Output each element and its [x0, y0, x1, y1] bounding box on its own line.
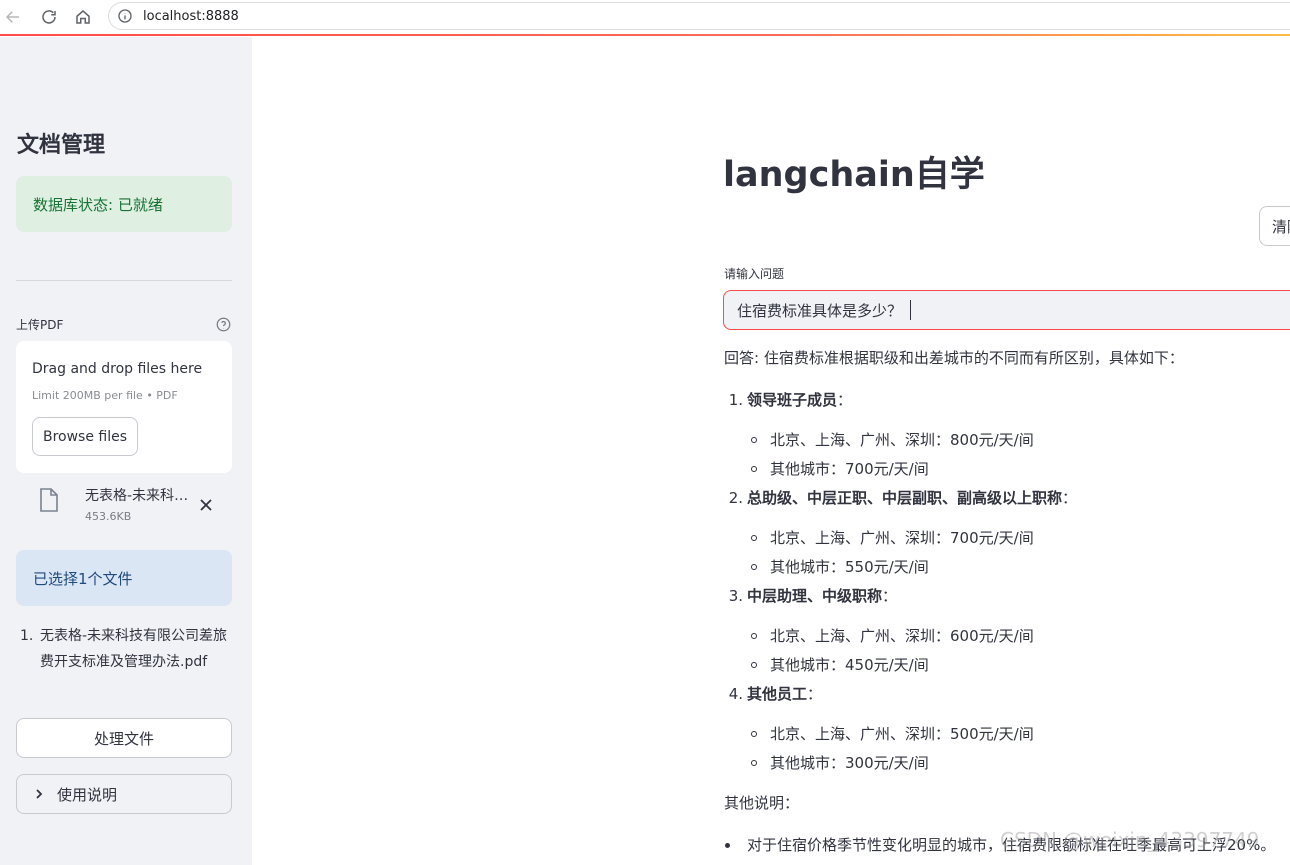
- close-icon[interactable]: [198, 497, 214, 513]
- list-item: 北京、上海、广州、深圳：600元/天/间: [724, 624, 1290, 653]
- db-status-alert: 数据库状态: 已就绪: [16, 176, 232, 232]
- section-heading: 领导班子成员: [747, 391, 838, 409]
- rate-text: 北京、上海、广州、深圳：700元/天/间: [770, 529, 1034, 547]
- back-arrow-icon[interactable]: [2, 6, 24, 28]
- address-bar[interactable]: localhost:8888: [108, 2, 1290, 30]
- sidebar-divider: [16, 280, 232, 281]
- sidebar: 文档管理 数据库状态: 已就绪 上传PDF Drag and drop file…: [0, 37, 252, 865]
- answer-section: 1. 领导班子成员： 北京、上海、广州、深圳：800元/天/间 其他城市：700元…: [724, 388, 1290, 486]
- chevron-right-icon: [36, 789, 43, 799]
- file-dropzone[interactable]: Drag and drop files here Limit 200MB per…: [16, 341, 232, 473]
- watermark: CSDN @weixin_43397749: [1000, 828, 1260, 852]
- dropzone-title: Drag and drop files here: [32, 361, 203, 377]
- file-icon: [40, 488, 58, 512]
- help-icon[interactable]: [216, 317, 231, 332]
- url-text[interactable]: localhost:8888: [143, 9, 239, 24]
- section-number: 3.: [728, 587, 743, 605]
- reload-icon[interactable]: [38, 6, 60, 28]
- answer-section: 4. 其他员工： 北京、上海、广州、深圳：500元/天/间 其他城市：300元/天…: [724, 682, 1290, 780]
- section-colon: ：: [807, 685, 823, 703]
- list-item-number: 1.: [20, 628, 34, 644]
- question-input-value: 住宿费标准具体是多少？: [737, 301, 903, 320]
- section-number: 4.: [728, 685, 743, 703]
- sidebar-title: 文档管理: [17, 133, 106, 158]
- list-item: 北京、上海、广州、深圳：500元/天/间: [724, 722, 1290, 751]
- instructions-expander[interactable]: 使用说明: [16, 774, 232, 814]
- rate-text: 北京、上海、广州、深圳：600元/天/间: [770, 627, 1034, 645]
- list-item: 其他城市：450元/天/间: [724, 653, 1290, 682]
- browse-files-button[interactable]: Browse files: [32, 417, 138, 456]
- section-heading: 中层助理、中级职称: [747, 587, 883, 605]
- bullet-dot-icon: [725, 843, 730, 848]
- rate-text: 其他城市：450元/天/间: [770, 656, 929, 674]
- question-input[interactable]: 住宿费标准具体是多少？: [723, 290, 1290, 330]
- section-number: 2.: [728, 489, 743, 507]
- uploaded-file-row: 无表格-未来科技有限公司差旅费开支标准及管理办法.pdf 453.6KB: [16, 479, 232, 529]
- bullet-circle-icon: [751, 662, 757, 668]
- bullet-circle-icon: [751, 760, 757, 766]
- rate-text: 北京、上海、广州、深圳：800元/天/间: [770, 431, 1034, 449]
- section-heading: 总助级、中层正职、中层副职、副高级以上职称: [747, 489, 1063, 507]
- text-caret: [910, 300, 912, 320]
- bullet-circle-icon: [751, 466, 757, 472]
- rate-text: 其他城市：700元/天/间: [770, 460, 929, 478]
- answer-section: 2. 总助级、中层正职、中层副职、副高级以上职称： 北京、上海、广州、深圳：700…: [724, 486, 1290, 584]
- bullet-circle-icon: [751, 564, 757, 570]
- answer-section: 3. 中层助理、中级职称： 北京、上海、广州、深圳：600元/天/间 其他城市：4…: [724, 584, 1290, 682]
- section-colon: ：: [837, 391, 853, 409]
- list-item: 北京、上海、广州、深圳：700元/天/间: [724, 526, 1290, 555]
- section-colon: ：: [1062, 489, 1078, 507]
- status-decoration-line: [0, 34, 1290, 36]
- answer-intro: 回答: 住宿费标准根据职级和出差城市的不同而有所区别，具体如下：: [724, 349, 1184, 367]
- section-number: 1.: [728, 391, 743, 409]
- section-heading: 其他员工: [747, 685, 808, 703]
- answer-block: 回答: 住宿费标准根据职级和出差城市的不同而有所区别，具体如下： 1. 领导班子成…: [724, 346, 1290, 857]
- process-files-button[interactable]: 处理文件: [16, 718, 232, 758]
- question-input-label: 请输入问题: [724, 267, 785, 281]
- list-item: 其他城市：700元/天/间: [724, 457, 1290, 486]
- list-item: 其他城市：550元/天/间: [724, 555, 1290, 584]
- instructions-label: 使用说明: [57, 785, 118, 804]
- uploaded-file-size: 453.6KB: [85, 510, 132, 523]
- uploaded-file-name: 无表格-未来科技有限公司差旅费开支标准及管理办法.pdf: [85, 488, 189, 504]
- other-notes-label: 其他说明：: [724, 794, 800, 812]
- home-icon[interactable]: [72, 6, 94, 28]
- bullet-circle-icon: [751, 633, 757, 639]
- info-icon[interactable]: [117, 8, 133, 24]
- dropzone-limit: Limit 200MB per file • PDF: [32, 389, 178, 402]
- selected-files-alert: 已选择1个文件: [16, 550, 232, 606]
- rate-text: 其他城市：550元/天/间: [770, 558, 929, 576]
- bullet-circle-icon: [751, 731, 757, 737]
- page-title: langchain自学: [723, 155, 985, 195]
- list-item: 其他城市：300元/天/间: [724, 751, 1290, 780]
- list-item: 北京、上海、广州、深圳：800元/天/间: [724, 428, 1290, 457]
- rate-text: 北京、上海、广州、深圳：500元/天/间: [770, 725, 1034, 743]
- section-colon: ：: [882, 587, 898, 605]
- list-item: 1. 无表格-未来科技有限公司差旅费开支标准及管理办法.pdf: [20, 623, 232, 675]
- bullet-circle-icon: [751, 437, 757, 443]
- upload-label: 上传PDF: [16, 318, 64, 332]
- bullet-circle-icon: [751, 535, 757, 541]
- selected-file-list: 1. 无表格-未来科技有限公司差旅费开支标准及管理办法.pdf: [20, 623, 232, 675]
- clear-button[interactable]: 清除: [1259, 206, 1290, 246]
- list-item-filename: 无表格-未来科技有限公司差旅费开支标准及管理办法.pdf: [40, 628, 228, 670]
- rate-text: 其他城市：300元/天/间: [770, 754, 929, 772]
- browser-toolbar: localhost:8888: [0, 0, 1290, 33]
